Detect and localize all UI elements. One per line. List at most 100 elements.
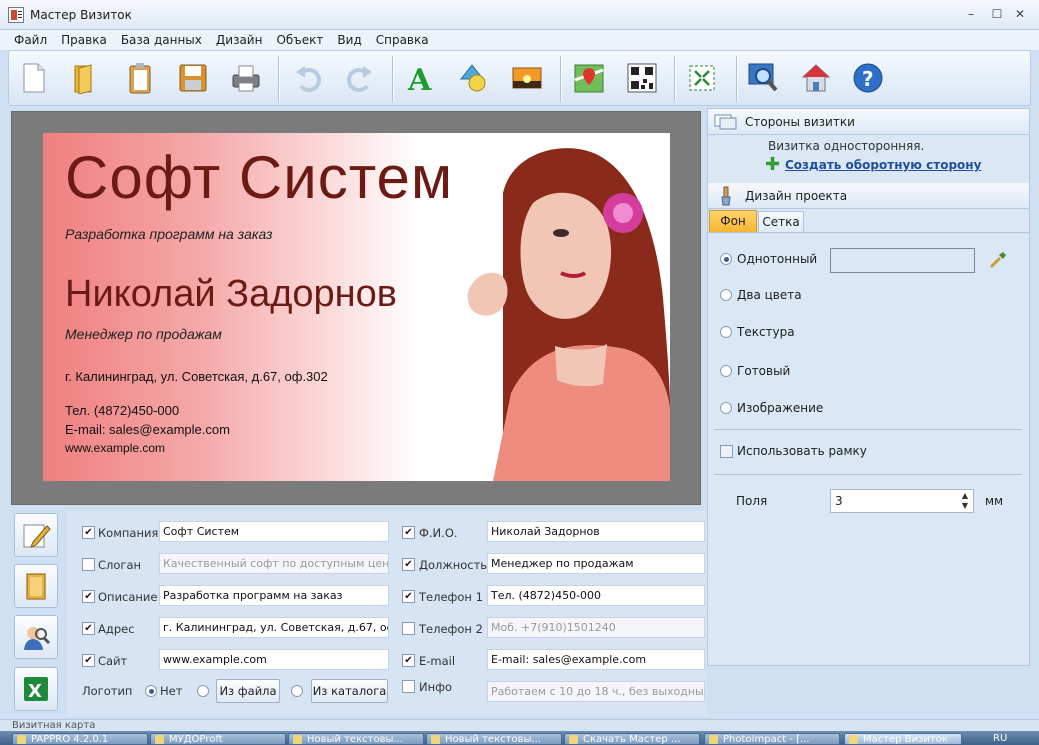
email-checkbox[interactable]: ✔ xyxy=(402,654,415,667)
edit-icon xyxy=(23,524,51,548)
bg-texture-radio[interactable] xyxy=(720,326,732,338)
menu: Файл Правка База данных Дизайн Объект Ви… xyxy=(14,33,429,47)
home-icon[interactable] xyxy=(798,58,834,98)
color-swatch[interactable] xyxy=(830,248,975,273)
text-icon[interactable]: A xyxy=(403,58,439,98)
maximize-button[interactable]: ☐ xyxy=(988,6,1006,22)
clipboard-icon[interactable] xyxy=(122,58,158,98)
menu-database[interactable]: База данных xyxy=(121,33,202,47)
zoom-preview-icon[interactable] xyxy=(745,58,781,98)
fit-icon[interactable] xyxy=(684,58,720,98)
brush-icon xyxy=(721,186,731,206)
address-checkbox[interactable]: ✔ xyxy=(82,622,95,635)
taskbar-item[interactable]: Новый текстовы... xyxy=(288,733,424,745)
tab-background[interactable]: Фон xyxy=(709,210,757,232)
svg-text:?: ? xyxy=(862,67,874,91)
info-input[interactable]: Работаем с 10 до 18 ч., без выходных xyxy=(487,681,705,702)
menu-edit[interactable]: Правка xyxy=(61,33,107,47)
print-icon[interactable] xyxy=(228,58,264,98)
taskbar-item[interactable]: PAPPRO 4.2.0.1 xyxy=(12,733,148,745)
bg-solid-radio[interactable] xyxy=(720,253,732,265)
shapes-icon[interactable] xyxy=(456,58,492,98)
fio-input[interactable]: Николай Задорнов xyxy=(487,521,705,542)
logo-none-radio[interactable] xyxy=(145,685,157,697)
minimize-button[interactable]: – xyxy=(962,6,980,22)
bg-ready-radio[interactable] xyxy=(720,365,732,377)
book-icon xyxy=(26,573,46,600)
excel-import-button[interactable]: X xyxy=(14,667,58,711)
bg-texture-label: Текстура xyxy=(737,325,795,339)
menu-design[interactable]: Дизайн xyxy=(216,33,263,47)
logo-label: Логотип xyxy=(82,684,133,698)
fio-label: Ф.И.О. xyxy=(419,526,458,540)
description-checkbox[interactable]: ✔ xyxy=(82,590,95,603)
fio-checkbox[interactable]: ✔ xyxy=(402,526,415,539)
description-input[interactable]: Разработка программ на заказ xyxy=(159,585,389,606)
menu-file[interactable]: Файл xyxy=(14,33,47,47)
taskbar-item[interactable]: Скачать Мастер ... xyxy=(564,733,700,745)
undo-icon[interactable] xyxy=(290,58,326,98)
phone1-input[interactable]: Тел. (4872)450-000 xyxy=(487,585,705,606)
create-back-side-link[interactable]: Создать оборотную сторону xyxy=(785,158,981,172)
address-input[interactable]: г. Калининград, ул. Советская, д.67, оф.… xyxy=(159,617,389,638)
sides-panel-title: Стороны визитки xyxy=(745,115,855,129)
divider xyxy=(714,429,1022,430)
help-icon[interactable]: ? xyxy=(850,58,886,98)
redo-icon[interactable] xyxy=(342,58,378,98)
slogan-input[interactable]: Качественный софт по доступным ценам xyxy=(159,553,389,574)
map-icon[interactable] xyxy=(571,58,607,98)
position-input[interactable]: Менеджер по продажам xyxy=(487,553,705,574)
spinner-arrows-icon[interactable]: ▲ ▼ xyxy=(962,491,968,511)
use-frame-label: Использовать рамку xyxy=(737,444,867,458)
find-person-button[interactable] xyxy=(14,615,58,659)
logo-file-radio[interactable] xyxy=(197,685,209,697)
slogan-checkbox[interactable] xyxy=(82,558,95,571)
language-indicator[interactable]: RU xyxy=(993,733,1007,744)
eyedropper-icon[interactable] xyxy=(987,250,1007,270)
site-input[interactable]: www.example.com xyxy=(159,649,389,670)
taskbar-item[interactable]: МУДОРroft xyxy=(150,733,286,745)
taskbar-item-active[interactable]: Мастер Визиток xyxy=(844,733,962,745)
edit-card-button[interactable] xyxy=(14,513,58,557)
company-checkbox[interactable]: ✔ xyxy=(82,526,95,539)
use-frame-checkbox[interactable] xyxy=(720,445,733,458)
card-phone: Тел. (4872)450-000 xyxy=(65,403,180,418)
image-icon[interactable] xyxy=(509,58,545,98)
description-label: Описание xyxy=(98,590,158,604)
tab-grid[interactable]: Сетка xyxy=(758,211,804,232)
bg-image-radio[interactable] xyxy=(720,402,732,414)
sides-panel-header[interactable]: Стороны визитки xyxy=(708,109,1029,135)
bg-two-colors-label: Два цвета xyxy=(737,288,802,302)
menu-object[interactable]: Объект xyxy=(276,33,323,47)
close-button[interactable]: ✕ xyxy=(1011,6,1029,22)
phone2-checkbox[interactable] xyxy=(402,622,415,635)
taskbar-item[interactable]: Новый текстовы... xyxy=(426,733,562,745)
business-card-preview[interactable]: Софт Систем Разработка программ на заказ… xyxy=(43,133,670,481)
toolbar-separator xyxy=(560,56,561,102)
email-label: E-mail xyxy=(419,654,456,668)
tab-divider xyxy=(708,232,1029,233)
phone1-checkbox[interactable]: ✔ xyxy=(402,590,415,603)
new-document-icon[interactable] xyxy=(16,58,52,98)
save-icon[interactable] xyxy=(175,58,211,98)
open-folder-icon[interactable] xyxy=(67,58,103,98)
info-checkbox[interactable] xyxy=(402,680,415,693)
design-panel-header[interactable]: Дизайн проекта xyxy=(708,183,1029,209)
phone2-input[interactable]: Моб. +7(910)1501240 xyxy=(487,617,705,638)
logo-from-catalog-button[interactable]: Из каталога xyxy=(311,679,388,703)
toolbar-separator xyxy=(736,56,737,102)
qr-code-icon[interactable] xyxy=(624,58,660,98)
logo-catalog-radio[interactable] xyxy=(291,685,303,697)
taskbar-item[interactable]: PhotoImpact - [... xyxy=(704,733,840,745)
status-bar: Визитная карта xyxy=(0,719,1039,731)
menu-view[interactable]: Вид xyxy=(337,33,361,47)
email-input[interactable]: E-mail: sales@example.com xyxy=(487,649,705,670)
logo-from-file-button[interactable]: Из файла xyxy=(216,679,280,703)
menu-help[interactable]: Справка xyxy=(376,33,429,47)
site-checkbox[interactable]: ✔ xyxy=(82,654,95,667)
position-checkbox[interactable]: ✔ xyxy=(402,558,415,571)
company-input[interactable]: Софт Систем xyxy=(159,521,389,542)
margins-spinner[interactable]: 3 ▲ ▼ xyxy=(830,489,974,513)
contacts-book-button[interactable] xyxy=(14,564,58,608)
bg-two-colors-radio[interactable] xyxy=(720,289,732,301)
